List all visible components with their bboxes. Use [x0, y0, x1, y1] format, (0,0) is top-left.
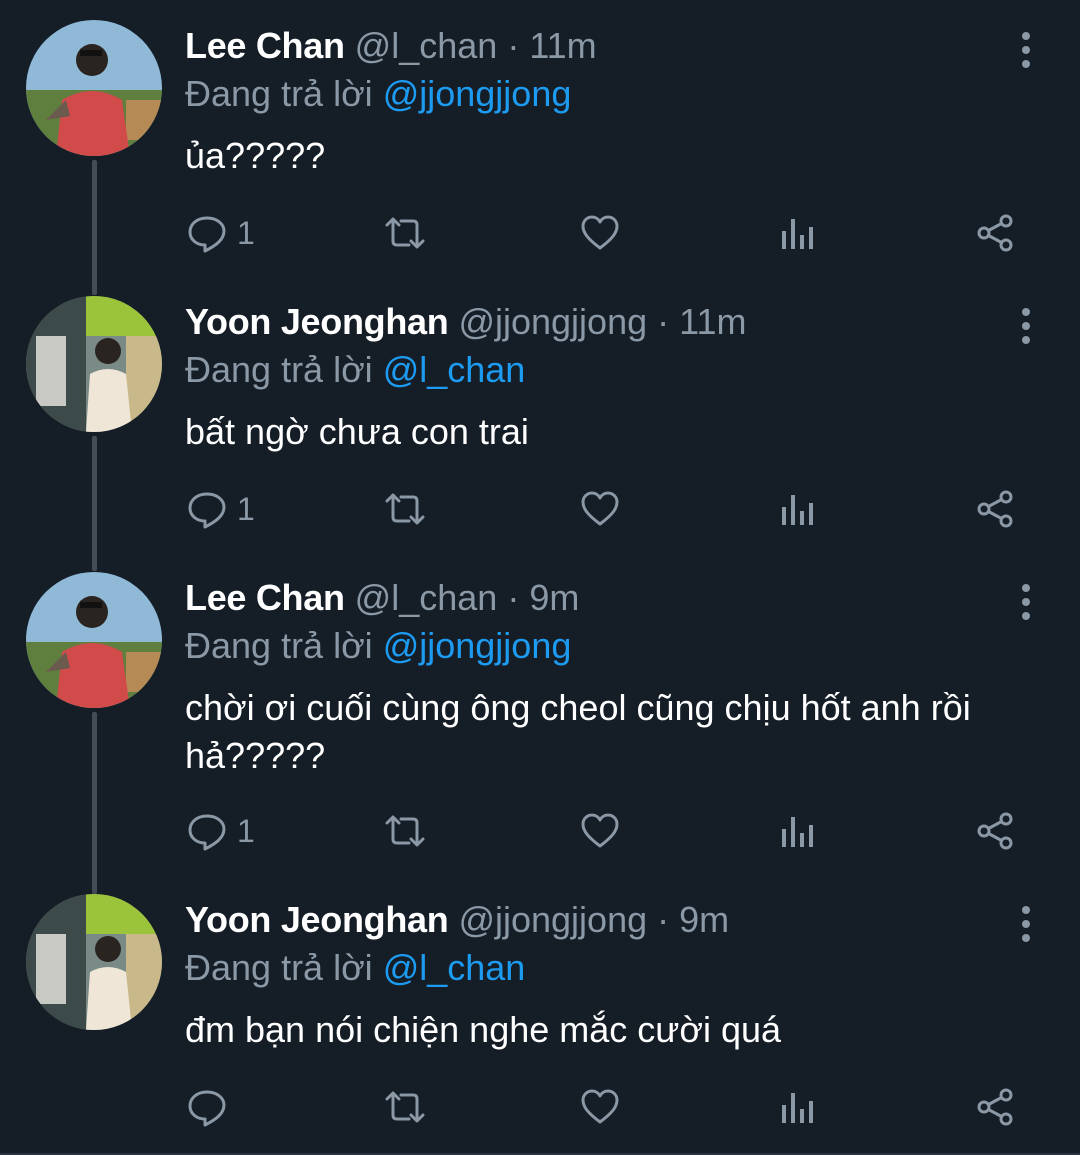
heart-icon — [580, 213, 620, 253]
reply-count: 1 — [237, 812, 255, 849]
reply-icon — [187, 213, 227, 253]
tweet-text: chời ơi cuối cùng ông cheol cũng chịu hố… — [185, 687, 971, 776]
tweet-header: Lee Chan @l_chan · 9m — [185, 574, 1015, 622]
share-icon — [975, 489, 1015, 529]
tweet[interactable]: Yoon Jeonghan @jjongjjong · 9m Đang trả … — [0, 874, 1080, 1155]
reply-button[interactable] — [187, 1084, 237, 1130]
retweet-icon — [383, 1087, 427, 1127]
timestamp[interactable]: 11m — [679, 301, 746, 342]
analytics-button[interactable] — [779, 210, 815, 256]
heart-icon — [580, 489, 620, 529]
action-bar: 1 — [185, 486, 1025, 532]
tweet[interactable]: Lee Chan @l_chan · 9m Đang trả lời @jjon… — [0, 552, 1080, 874]
avatar[interactable] — [26, 296, 162, 432]
like-button[interactable] — [580, 1084, 620, 1130]
display-name[interactable]: Lee Chan — [185, 25, 345, 66]
share-icon — [975, 811, 1015, 851]
action-bar: 1 — [185, 808, 1025, 854]
analytics-button[interactable] — [779, 808, 815, 854]
heart-icon — [580, 811, 620, 851]
retweet-button[interactable] — [383, 808, 427, 854]
analytics-button[interactable] — [779, 486, 815, 532]
display-name[interactable]: Yoon Jeonghan — [185, 301, 449, 342]
reply-thread: Lee Chan @l_chan · 11m Đang trả lời @jjo… — [0, 0, 1080, 1155]
more-options-icon[interactable] — [1014, 904, 1038, 944]
analytics-button[interactable] — [779, 1084, 815, 1130]
reply-button[interactable]: 1 — [187, 808, 255, 854]
separator-dot: · — [507, 25, 530, 66]
like-button[interactable] — [580, 210, 620, 256]
tweet-header: Lee Chan @l_chan · 11m — [185, 22, 1015, 70]
analytics-icon — [779, 213, 815, 253]
reply-icon — [187, 1087, 227, 1127]
retweet-icon — [383, 811, 427, 851]
reply-icon — [187, 811, 227, 851]
separator-dot: · — [657, 899, 680, 940]
tweet-header: Yoon Jeonghan @jjongjjong · 11m — [185, 298, 1015, 346]
retweet-icon — [383, 489, 427, 529]
reply-button[interactable]: 1 — [187, 210, 255, 256]
like-button[interactable] — [580, 486, 620, 532]
handle[interactable]: @l_chan — [355, 577, 498, 618]
share-icon — [975, 213, 1015, 253]
more-options-icon[interactable] — [1014, 30, 1038, 70]
timestamp[interactable]: 9m — [529, 577, 579, 618]
share-button[interactable] — [975, 486, 1015, 532]
handle[interactable]: @jjongjjong — [458, 301, 647, 342]
display-name[interactable]: Lee Chan — [185, 577, 345, 618]
action-bar: 1 — [185, 210, 1025, 256]
replying-to-label: Đang trả lời — [185, 625, 373, 666]
retweet-icon — [383, 213, 427, 253]
heart-icon — [580, 1087, 620, 1127]
share-icon — [975, 1087, 1015, 1127]
more-options-icon[interactable] — [1014, 306, 1038, 346]
share-button[interactable] — [975, 808, 1015, 854]
tweet[interactable]: Yoon Jeonghan @jjongjjong · 11m Đang trả… — [0, 276, 1080, 552]
separator-dot: · — [657, 301, 680, 342]
tweet-text: ủa????? — [185, 135, 326, 176]
reply-count: 1 — [237, 214, 255, 251]
share-button[interactable] — [975, 1084, 1015, 1130]
tweet[interactable]: Lee Chan @l_chan · 11m Đang trả lời @jjo… — [0, 0, 1080, 276]
reply-count: 1 — [237, 490, 255, 527]
replying-to: Đang trả lời @l_chan — [185, 346, 1015, 394]
display-name[interactable]: Yoon Jeonghan — [185, 899, 449, 940]
handle[interactable]: @l_chan — [355, 25, 498, 66]
retweet-button[interactable] — [383, 210, 427, 256]
mention-link[interactable]: @jjongjjong — [383, 73, 572, 114]
replying-to: Đang trả lời @jjongjjong — [185, 70, 1015, 118]
replying-to-label: Đang trả lời — [185, 947, 373, 988]
retweet-button[interactable] — [383, 486, 427, 532]
replying-to: Đang trả lời @jjongjjong — [185, 622, 1015, 670]
mention-link[interactable]: @l_chan — [383, 947, 526, 988]
like-button[interactable] — [580, 808, 620, 854]
retweet-button[interactable] — [383, 1084, 427, 1130]
reply-button[interactable]: 1 — [187, 486, 255, 532]
replying-to-label: Đang trả lời — [185, 349, 373, 390]
analytics-icon — [779, 811, 815, 851]
analytics-icon — [779, 489, 815, 529]
mention-link[interactable]: @l_chan — [383, 349, 526, 390]
tweet-text: đm bạn nói chiện nghe mắc cười quá — [185, 1009, 782, 1050]
tweet-text: bất ngờ chưa con trai — [185, 411, 529, 452]
share-button[interactable] — [975, 210, 1015, 256]
avatar[interactable] — [26, 894, 162, 1030]
handle[interactable]: @jjongjjong — [458, 899, 647, 940]
replying-to: Đang trả lời @l_chan — [185, 944, 1015, 992]
avatar[interactable] — [26, 572, 162, 708]
more-options-icon[interactable] — [1014, 582, 1038, 622]
action-bar — [185, 1084, 1025, 1130]
separator-dot: · — [507, 577, 530, 618]
avatar[interactable] — [26, 20, 162, 156]
timestamp[interactable]: 9m — [679, 899, 729, 940]
analytics-icon — [779, 1087, 815, 1127]
mention-link[interactable]: @jjongjjong — [383, 625, 572, 666]
timestamp[interactable]: 11m — [529, 25, 596, 66]
tweet-header: Yoon Jeonghan @jjongjjong · 9m — [185, 896, 1015, 944]
replying-to-label: Đang trả lời — [185, 73, 373, 114]
reply-icon — [187, 489, 227, 529]
